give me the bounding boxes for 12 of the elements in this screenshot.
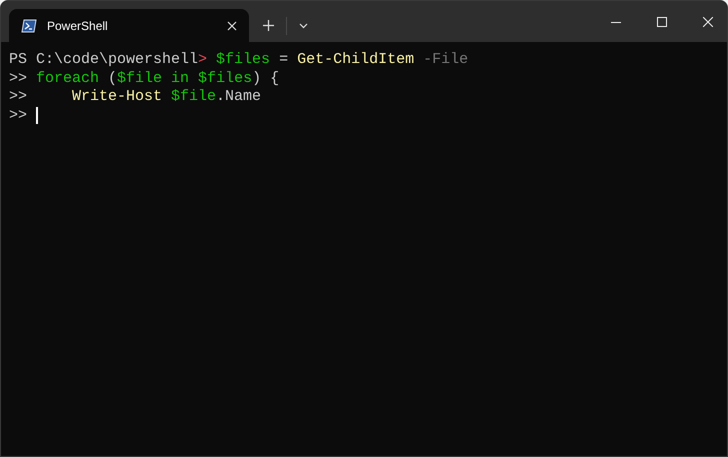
close-icon[interactable] [227,20,237,30]
new-tab-icon[interactable] [263,20,274,31]
close-icon[interactable] [703,16,713,26]
terminal-line: >> foreach ($file in $files) { [9,70,280,88]
chevron-down-icon[interactable] [299,22,308,28]
terminal-icon [21,18,37,32]
terminal-line: >> Write-Host $file.Name [9,88,262,106]
terminal-line: >> [9,106,28,125]
maximize-icon[interactable] [657,16,667,26]
tab-title: PowerShell [47,18,109,34]
terminal-line: PS C:\code\powershell> $files = Get-ChildItem -File [9,51,468,70]
terminal-tab[interactable]: PowerShell [9,9,249,42]
